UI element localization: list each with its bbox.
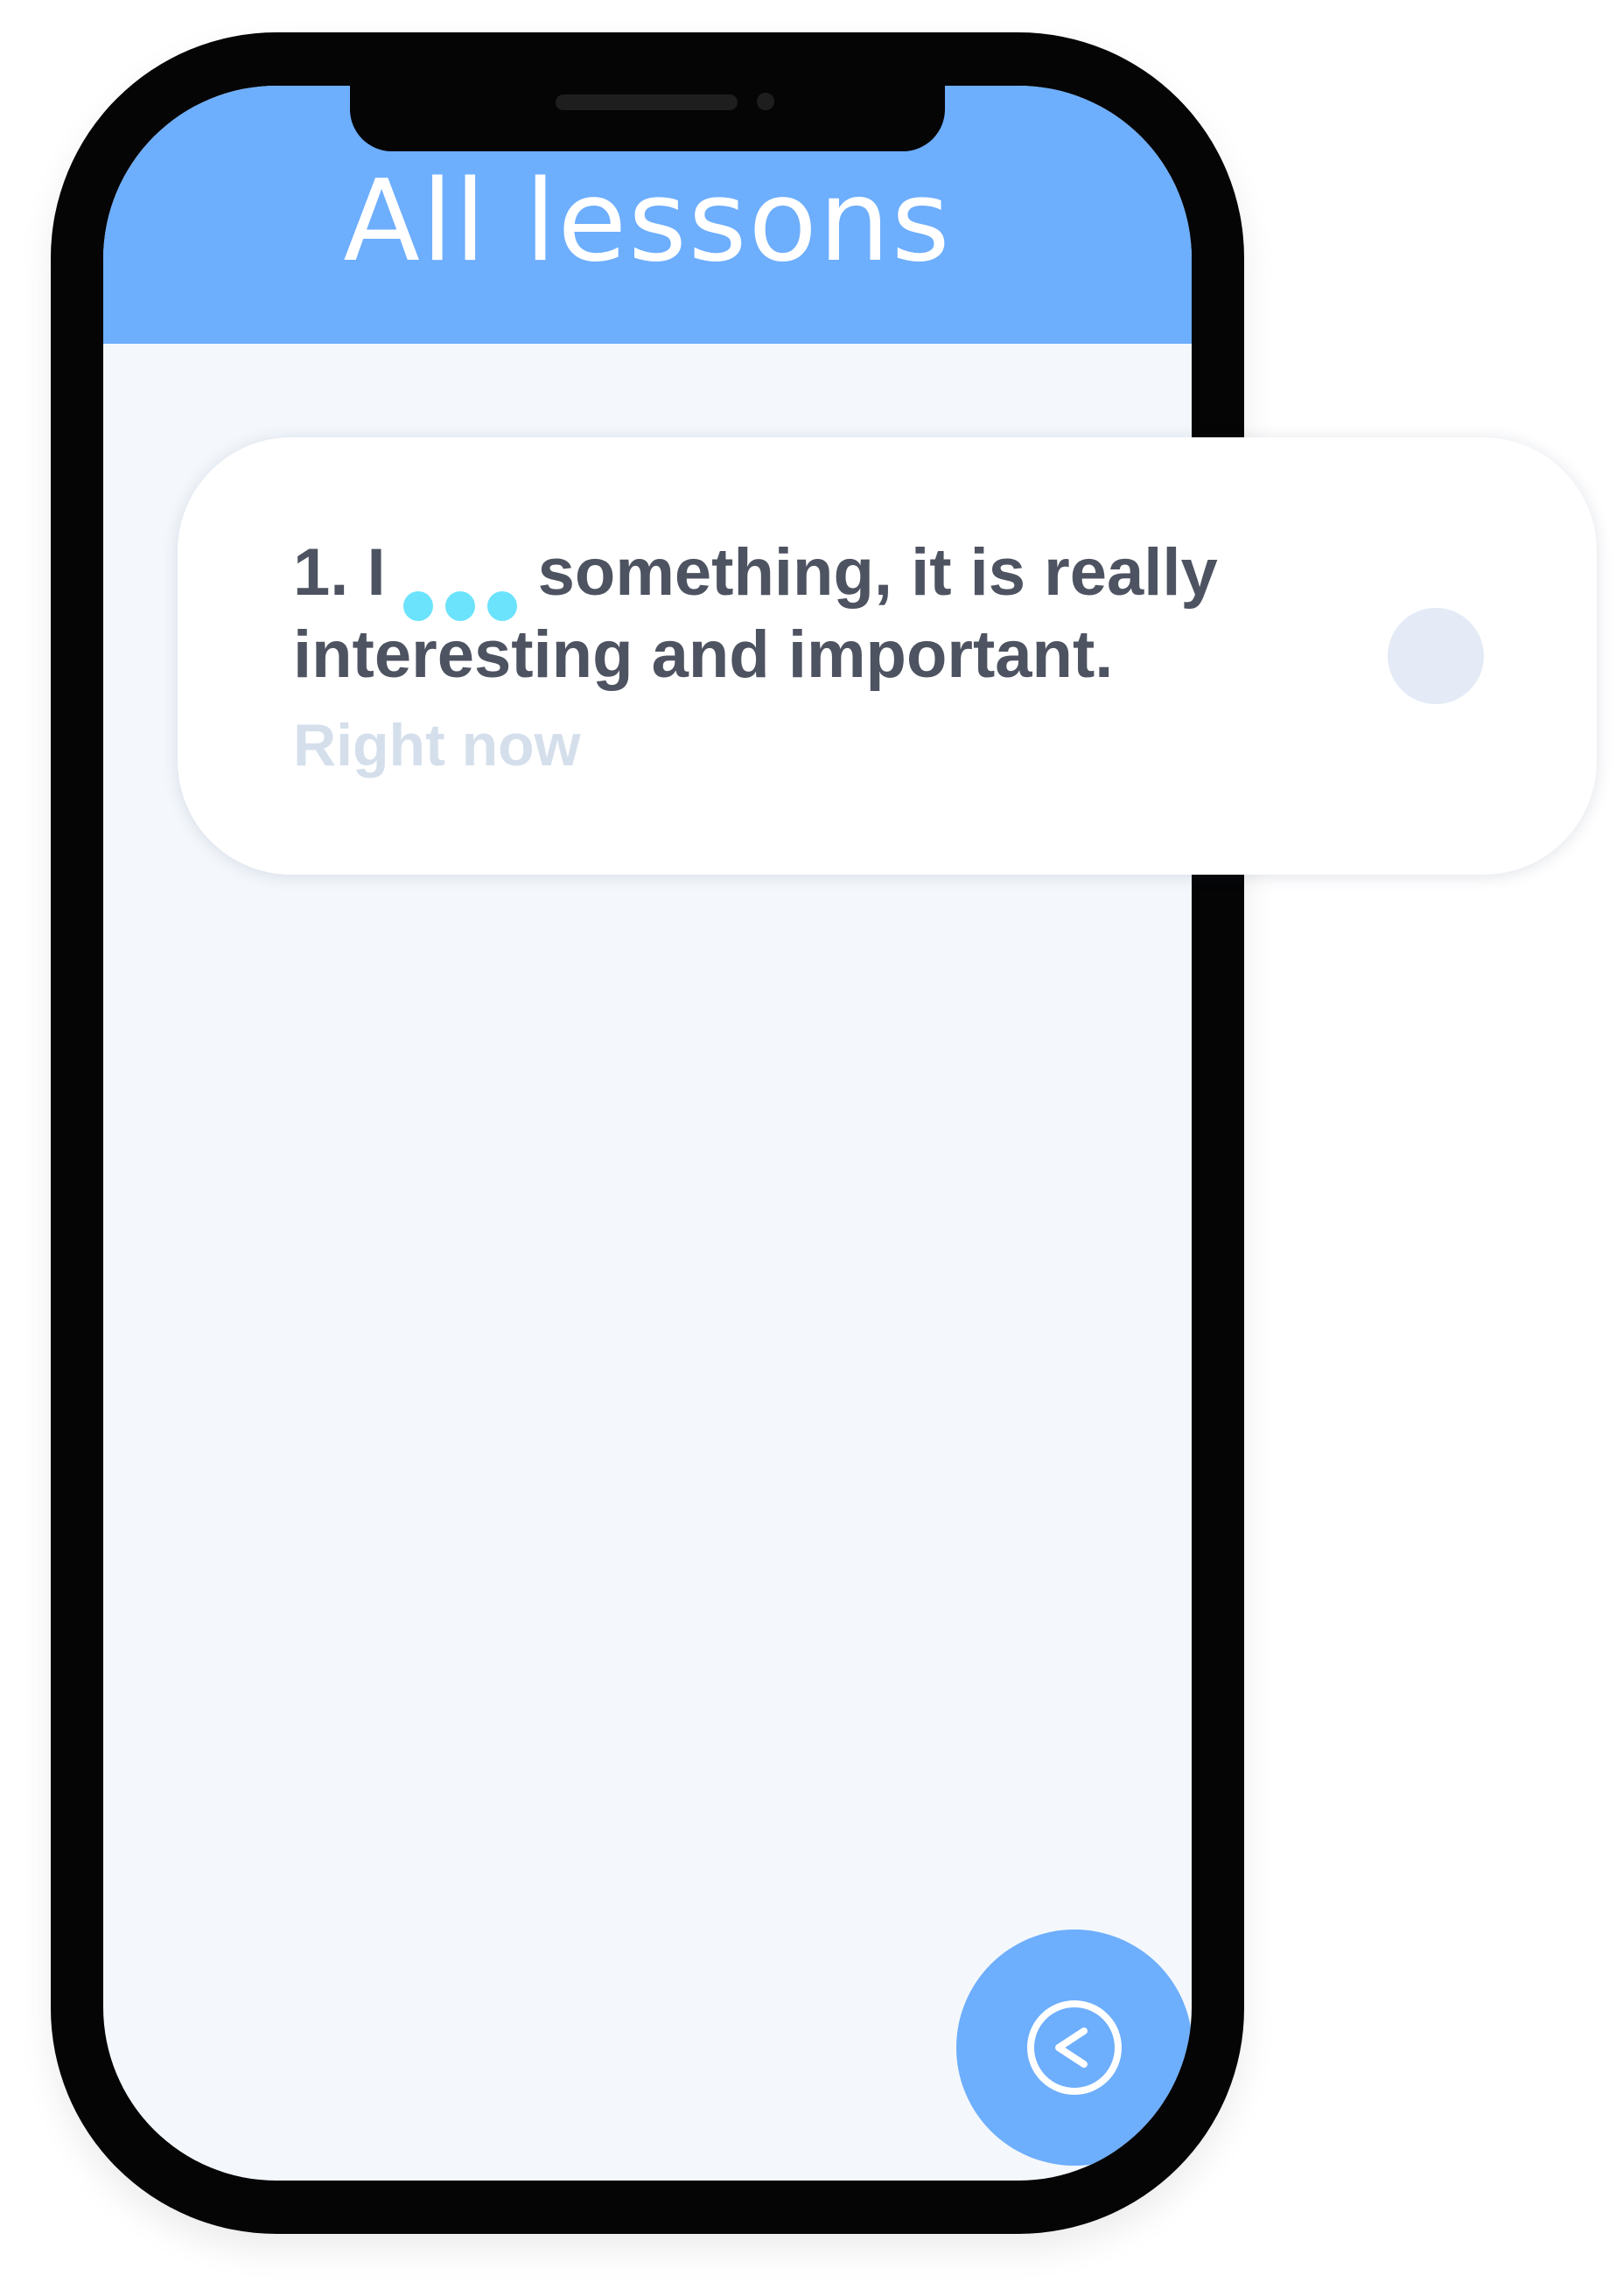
speaker-grille (556, 94, 738, 110)
sentence-line-2: interesting and important. (293, 618, 1114, 692)
back-button[interactable] (956, 1930, 1192, 2166)
lesson-number: 1. (293, 535, 349, 610)
sentence-line-1: something, it is really (537, 535, 1218, 610)
notification-status-dot (1388, 608, 1484, 704)
notification-card[interactable]: 1. Isomething, it is really interesting … (178, 437, 1597, 875)
notification-text: 1. Isomething, it is really interesting … (293, 532, 1343, 696)
back-arrow-circle-icon (1027, 2000, 1122, 2095)
phone-notch (350, 86, 945, 151)
page-title: All lessons (343, 157, 952, 287)
blank-dots-icon (402, 558, 517, 621)
front-camera (757, 93, 774, 110)
phone-screen: All lessons (103, 86, 1192, 2181)
notification-timestamp: Right now (293, 712, 581, 778)
sentence-prefix: I (367, 535, 386, 610)
phone-frame: All lessons (51, 32, 1244, 2234)
